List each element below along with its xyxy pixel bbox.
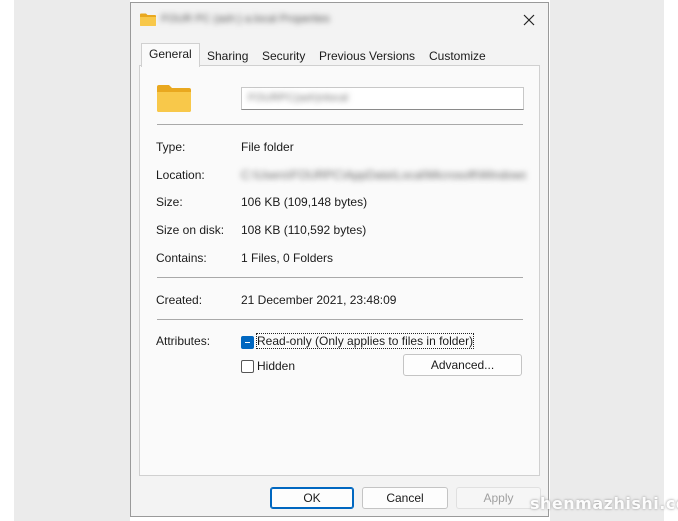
tab-sharing[interactable]: Sharing (205, 47, 250, 65)
background-right (550, 0, 664, 521)
tab-previous-versions[interactable]: Previous Versions (317, 47, 417, 65)
general-panel: FOURPC(ash)nlocal Type: File folder Loca… (139, 65, 540, 476)
background-left (14, 0, 130, 521)
window-title: FOUR PC (ash:) a.local Properties (161, 13, 330, 25)
close-icon (523, 14, 535, 26)
tab-general[interactable]: General (141, 43, 200, 67)
separator (157, 124, 523, 125)
attributes-label: Attributes: (156, 334, 211, 348)
ok-button[interactable]: OK (270, 487, 354, 509)
location-label: Location: (156, 168, 205, 182)
readonly-checkbox-label[interactable]: Read-only (Only applies to files in fold… (255, 333, 475, 349)
type-value: File folder (241, 140, 294, 154)
size-on-disk-label: Size on disk: (156, 223, 225, 237)
close-button[interactable] (516, 7, 542, 33)
hidden-checkbox[interactable] (241, 360, 254, 373)
properties-dialog: FOUR PC (ash:) a.local Properties Genera… (130, 2, 549, 517)
folder-name-input[interactable]: FOURPC(ash)nlocal (241, 87, 524, 110)
size-value: 106 KB (109,148 bytes) (241, 195, 368, 209)
folder-icon (140, 13, 156, 26)
tab-customize[interactable]: Customize (427, 47, 488, 65)
separator (157, 319, 523, 320)
created-label: Created: (156, 293, 203, 307)
folder-icon (157, 85, 191, 112)
contains-label: Contains: (156, 251, 207, 265)
separator (157, 277, 523, 278)
advanced-button[interactable]: Advanced... (403, 354, 522, 376)
title-bar: FOUR PC (ash:) a.local Properties (131, 3, 548, 37)
readonly-checkbox[interactable] (241, 336, 254, 349)
apply-button[interactable]: Apply (456, 487, 541, 509)
size-label: Size: (156, 195, 183, 209)
hidden-checkbox-label[interactable]: Hidden (257, 359, 295, 373)
cancel-button[interactable]: Cancel (362, 487, 448, 509)
folder-name-value: FOURPC(ash)nlocal (248, 92, 349, 104)
created-value: 21 December 2021, 23:48:09 (241, 293, 397, 307)
location-value: C:\Users\FOURPC\AppData\Local\Microsoft\… (241, 168, 526, 182)
contains-value: 1 Files, 0 Folders (241, 251, 334, 265)
tab-security[interactable]: Security (260, 47, 307, 65)
type-label: Type: (156, 140, 186, 154)
size-on-disk-value: 108 KB (110,592 bytes) (241, 223, 367, 237)
watermark: shenmazhishi.com (530, 494, 678, 513)
